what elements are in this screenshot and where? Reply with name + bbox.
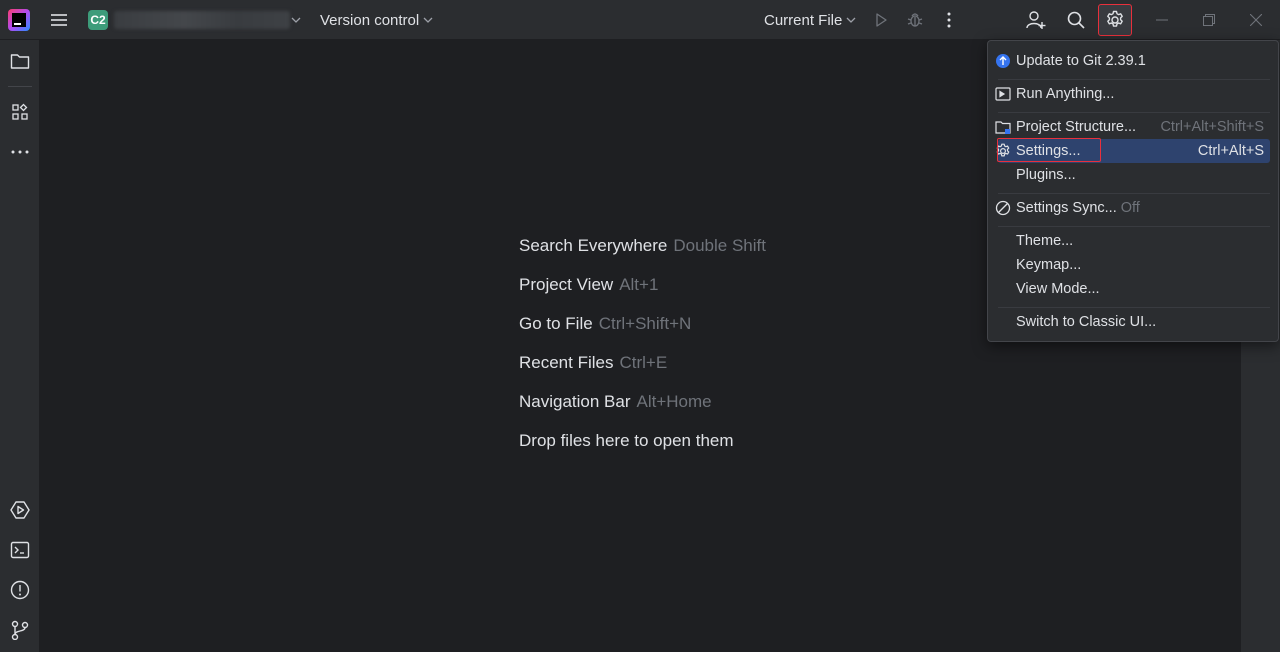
toolbar-divider — [8, 86, 32, 87]
menu-item-plugins[interactable]: Plugins... — [998, 163, 1270, 187]
minimize-button[interactable] — [1150, 8, 1174, 32]
hint-row: Go to File Ctrl+Shift+N — [519, 314, 766, 353]
menu-item-view-mode[interactable]: View Mode... — [998, 277, 1270, 301]
settings-sync-status: Off — [1120, 200, 1140, 216]
menu-item-label: View Mode... — [1016, 281, 1100, 297]
ide-settings-button[interactable] — [1098, 4, 1132, 36]
structure-tool-button[interactable] — [8, 100, 32, 124]
project-badge[interactable]: C2 — [88, 10, 108, 30]
more-vertical-icon — [947, 12, 951, 28]
run-anything-icon — [994, 85, 1012, 103]
hint-row: Recent Files Ctrl+E — [519, 353, 766, 392]
problems-icon — [10, 580, 30, 600]
restore-button[interactable] — [1197, 8, 1221, 32]
run-config-label: Current File — [764, 11, 843, 29]
project-structure-icon — [994, 118, 1012, 136]
menu-item-shortcut: Ctrl+Alt+Shift+S — [1160, 119, 1264, 135]
menu-item-run-anything[interactable]: Run Anything... — [995, 82, 1270, 106]
run-button[interactable] — [869, 8, 893, 32]
terminal-tool-button[interactable] — [8, 538, 32, 562]
menu-separator — [998, 193, 1270, 194]
menu-item-theme[interactable]: Theme... — [998, 229, 1270, 253]
hint-row: Project View Alt+1 — [519, 275, 766, 314]
menu-separator — [998, 307, 1270, 308]
menu-item-label: Plugins... — [1016, 167, 1076, 183]
run-icon — [876, 13, 887, 27]
code-with-me-button[interactable] — [1024, 8, 1048, 32]
terminal-icon — [10, 541, 30, 559]
hint-row: Drop files here to open them — [519, 431, 766, 470]
settings-highlight-box — [997, 138, 1101, 162]
vcs-label: Version control — [320, 11, 420, 29]
left-tool-window-bar — [0, 40, 40, 652]
vcs-widget[interactable]: Version control — [320, 10, 433, 30]
menu-item-update-git[interactable]: Update to Git 2.39.1 — [996, 49, 1270, 73]
menu-item-label: Run Anything... — [1016, 86, 1115, 102]
more-horizontal-icon — [11, 150, 29, 154]
hint-label: Drop files here to open them — [519, 431, 734, 450]
menu-item-label: Theme... — [1016, 233, 1074, 249]
gear-icon — [1107, 10, 1123, 27]
hint-label: Navigation Bar — [519, 392, 631, 411]
hint-row: Search Everywhere Double Shift — [519, 236, 766, 275]
hamburger-icon — [51, 14, 67, 26]
main-menu-button[interactable] — [47, 8, 71, 32]
menu-item-keymap[interactable]: Keymap... — [998, 253, 1270, 277]
search-everywhere-button[interactable] — [1064, 8, 1088, 32]
menu-item-label: Settings Sync... — [1016, 200, 1117, 216]
hint-label: Recent Files — [519, 353, 614, 372]
more-actions-button[interactable] — [937, 8, 961, 32]
maximize-icon — [1203, 14, 1215, 26]
close-icon — [1250, 14, 1262, 26]
hint-label: Project View — [519, 275, 614, 294]
hint-label: Search Everywhere — [519, 236, 668, 255]
folder-icon — [10, 54, 30, 69]
project-dropdown[interactable] — [289, 13, 303, 27]
minimize-icon — [1156, 19, 1168, 21]
chevron-down-icon — [423, 17, 433, 23]
project-tool-button[interactable] — [8, 49, 32, 73]
menu-item-shortcut: Ctrl+Alt+S — [1197, 143, 1264, 159]
hint-shortcut: Double Shift — [673, 236, 766, 255]
menu-separator — [998, 226, 1270, 227]
close-button[interactable] — [1244, 8, 1268, 32]
debug-button[interactable] — [903, 8, 927, 32]
hint-shortcut: Alt+Home — [636, 392, 712, 411]
structure-icon — [12, 103, 28, 120]
menu-item-label: Project Structure... — [1016, 119, 1137, 135]
git-tool-button[interactable] — [8, 618, 32, 642]
services-icon — [10, 501, 30, 519]
hint-shortcut: Ctrl+Shift+N — [598, 314, 692, 333]
update-icon — [994, 52, 1012, 70]
app-logo — [8, 9, 30, 31]
project-name-blurred[interactable] — [114, 11, 290, 29]
hint-label: Go to File — [519, 314, 593, 333]
search-icon — [1067, 11, 1085, 29]
run-configuration-selector[interactable]: Current File — [764, 10, 856, 30]
menu-item-project-structure[interactable]: Project Structure... Ctrl+Alt+Shift+S — [995, 115, 1270, 139]
chevron-down-icon — [846, 17, 856, 23]
ide-settings-menu: Update to Git 2.39.1 Run Anything... Pro… — [987, 40, 1279, 342]
problems-tool-button[interactable] — [8, 578, 32, 602]
editor-hints: Search Everywhere Double Shift Project Vi… — [519, 236, 766, 470]
menu-separator — [998, 79, 1270, 80]
menu-item-switch-classic-ui[interactable]: Switch to Classic UI... — [998, 310, 1270, 334]
menu-item-label: Keymap... — [1016, 257, 1082, 273]
debug-icon — [907, 13, 923, 27]
hint-shortcut: Alt+1 — [619, 275, 659, 294]
title-bar: C2 Version control Current File — [0, 0, 1280, 40]
menu-item-label: Switch to Classic UI... — [1016, 314, 1157, 330]
add-user-icon — [1026, 11, 1046, 29]
menu-item-settings-sync[interactable]: Settings Sync... Off — [995, 196, 1270, 220]
chevron-down-icon — [291, 17, 301, 23]
menu-separator — [998, 112, 1270, 113]
more-tool-windows-button[interactable] — [8, 140, 32, 164]
sync-off-icon — [994, 199, 1012, 217]
menu-item-label: Update to Git 2.39.1 — [1016, 53, 1146, 69]
hint-row: Navigation Bar Alt+Home — [519, 392, 766, 431]
services-tool-button[interactable] — [8, 498, 32, 522]
git-branch-icon — [11, 620, 29, 640]
hint-shortcut: Ctrl+E — [619, 353, 668, 372]
